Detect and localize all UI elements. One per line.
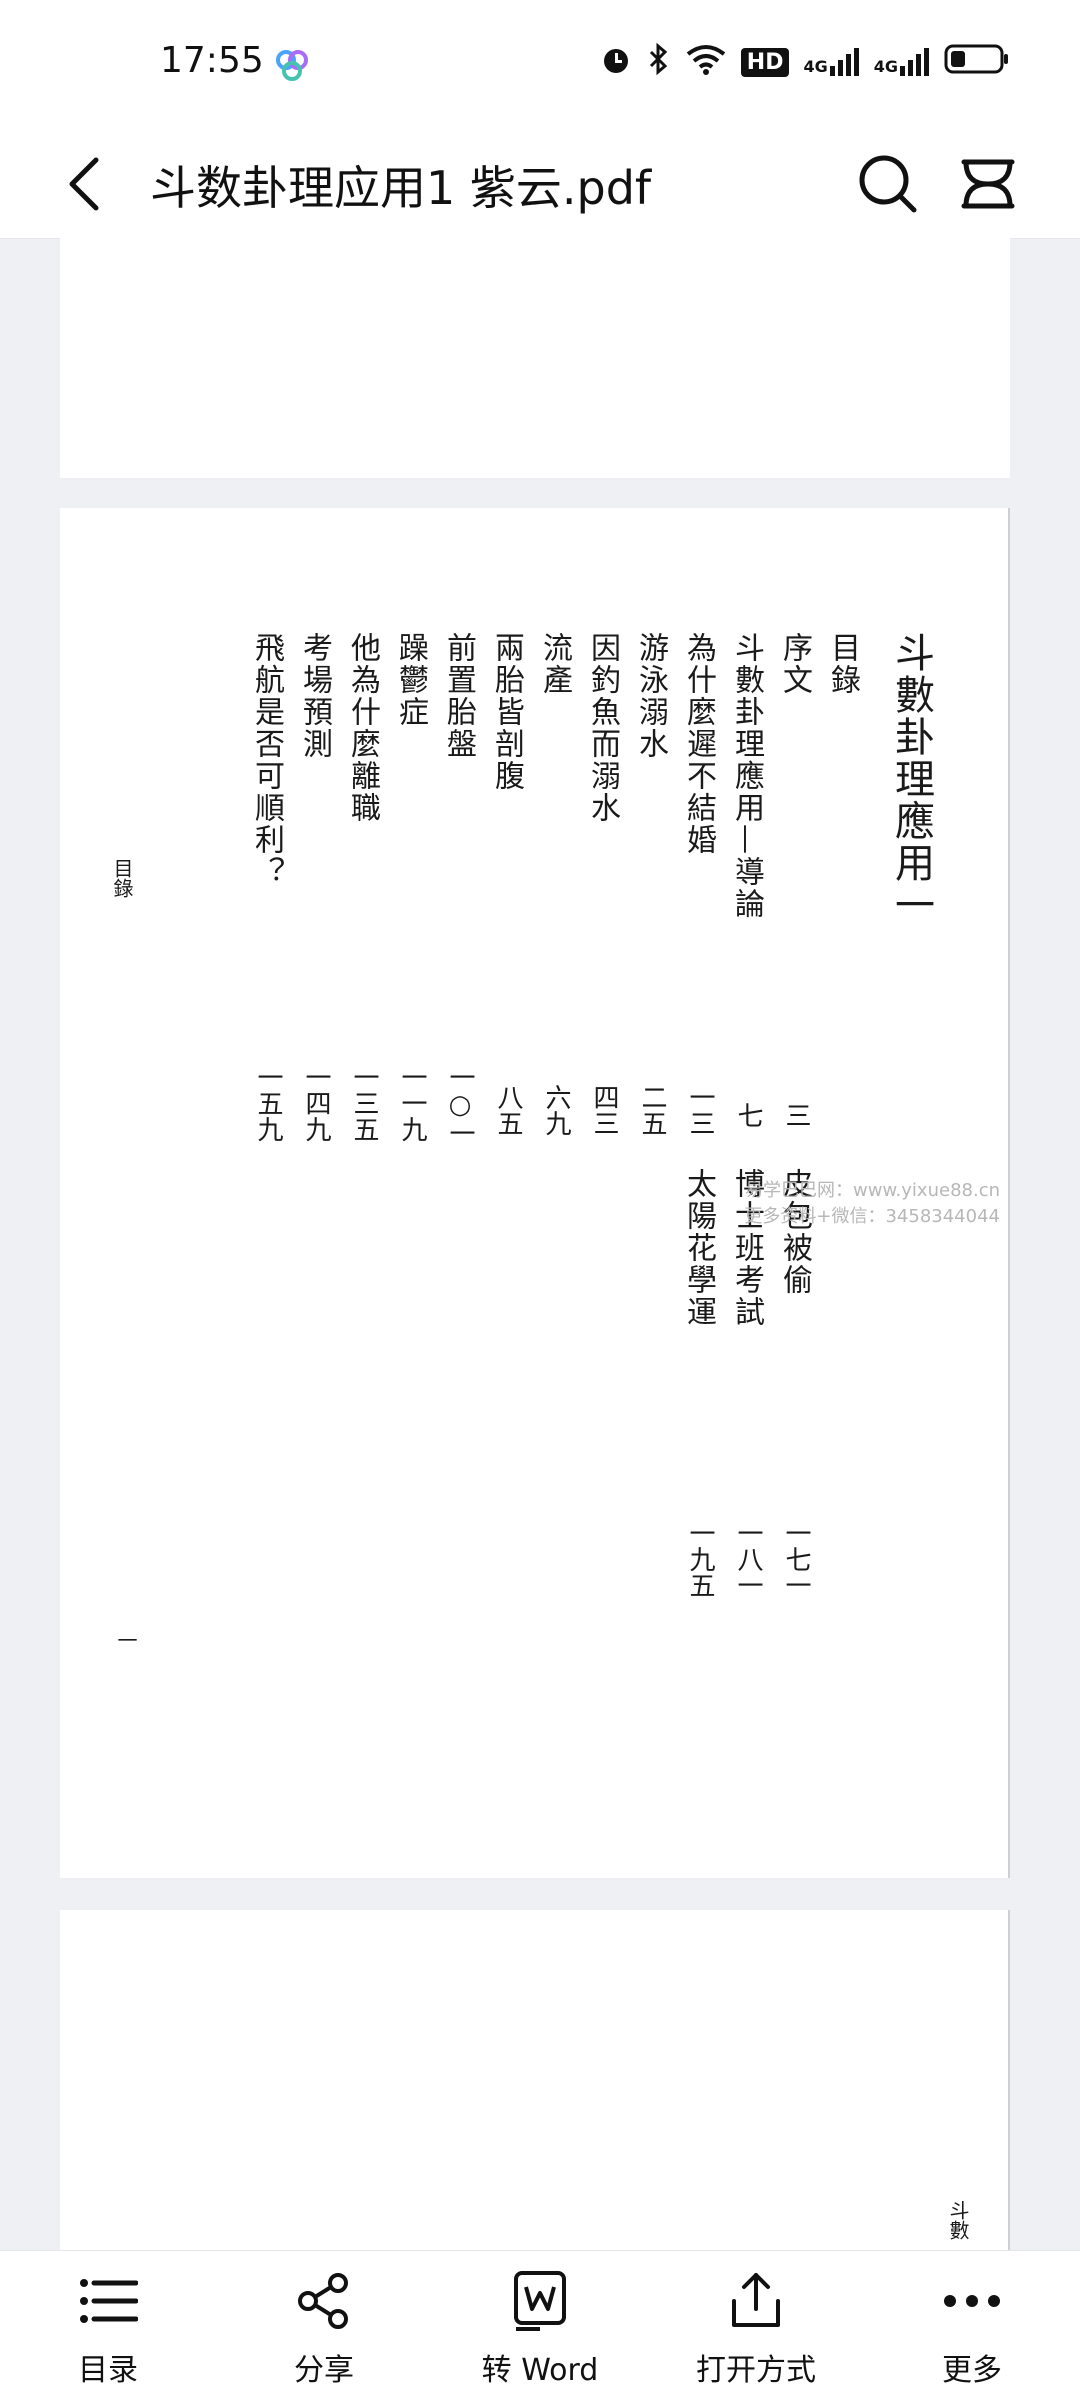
toc-entry-title: 為什麼遲不結婚 bbox=[681, 632, 716, 856]
word-icon bbox=[508, 2269, 572, 2333]
toc-entry-title: 躁鬱症 bbox=[393, 632, 428, 728]
status-icons: HD 4G 4G bbox=[599, 42, 1010, 82]
book-title: 斗數卦理應用一 bbox=[888, 632, 934, 926]
chevron-left-icon bbox=[69, 157, 99, 211]
list-icon bbox=[76, 2269, 140, 2333]
menu-button[interactable] bbox=[952, 148, 1024, 220]
toc-entry-title: 流產 bbox=[537, 632, 572, 696]
bluetooth-icon bbox=[647, 42, 671, 82]
toc-entry-title: 因釣魚而溺水 bbox=[585, 632, 620, 824]
search-button[interactable] bbox=[852, 148, 924, 220]
toc-entry-page: 一三五 bbox=[349, 1064, 379, 1142]
bottom-toolbar: 目录 分享 转 Word 打开方式 更多 bbox=[0, 2250, 1080, 2401]
toc-entry-page: 一八一 bbox=[733, 1520, 763, 1598]
toc-entry-page: 三 bbox=[781, 1102, 811, 1128]
pdf-page-3[interactable]: 斗數 bbox=[60, 1910, 1010, 2250]
toc-entry-page: 一七一 bbox=[781, 1520, 811, 1598]
document-title: 斗数卦理应用1 紫云.pdf bbox=[150, 161, 652, 215]
toc-entry-title: 兩胎皆剖腹 bbox=[489, 632, 524, 792]
signal-icon-1: 4G bbox=[803, 48, 859, 76]
expand-menu-icon bbox=[961, 159, 1015, 209]
page-number-mark: 一 bbox=[114, 1630, 138, 1650]
toc-entry-title: 游泳溺水 bbox=[633, 632, 668, 760]
battery-icon bbox=[944, 44, 1010, 80]
pdf-page-1[interactable] bbox=[60, 238, 1010, 478]
page-edge-line bbox=[1008, 508, 1010, 1878]
toc-entry-page: 八五 bbox=[493, 1084, 523, 1136]
signal-icon-2: 4G bbox=[874, 48, 930, 76]
toc-entry-title: 斗數卦理應用—導論 bbox=[729, 632, 764, 920]
toc-entry-page: 六九 bbox=[541, 1084, 571, 1136]
more-label: 更多 bbox=[942, 2353, 1002, 2388]
watermark-line-1: 易学巴巴网：www.yixue88.cn bbox=[745, 1180, 1000, 1201]
pdf-page-2[interactable]: 斗數卦理應用一 目錄 序文 斗數卦理應用—導論 為什麼遲不結婚 游泳溺水 因釣魚… bbox=[60, 508, 1010, 1878]
network-type-label: 4G bbox=[873, 57, 898, 76]
network-type-label: 4G bbox=[803, 57, 828, 76]
wifi-icon bbox=[685, 42, 727, 82]
page-side-label: 目錄 bbox=[110, 858, 134, 898]
page-corner-text: 斗數 bbox=[946, 2200, 970, 2240]
status-bar: 17:55 HD 4G 4G bbox=[0, 0, 1080, 130]
open-with-button[interactable]: 打开方式 bbox=[676, 2269, 836, 2389]
toc-entry-page: 一一九 bbox=[397, 1064, 427, 1142]
toc-entry-title: 他為什麼離職 bbox=[345, 632, 380, 824]
toc-entry-page: 一九五 bbox=[685, 1520, 715, 1598]
toc-entry-page: 一三 bbox=[685, 1084, 715, 1136]
toc-button[interactable]: 目录 bbox=[28, 2269, 188, 2389]
status-time: 17:55 bbox=[160, 40, 264, 81]
toc-entry-page: 四三 bbox=[589, 1084, 619, 1136]
toc-entry-page: 一五九 bbox=[253, 1064, 283, 1142]
toc-entry-title: 前置胎盤 bbox=[441, 632, 476, 760]
top-app-bar: 斗数卦理应用1 紫云.pdf bbox=[0, 130, 1080, 239]
toc-entry-page: 二五 bbox=[637, 1084, 667, 1136]
toc-entry-title: 太陽花學運 bbox=[681, 1168, 716, 1328]
toc-entry-title: 目錄 bbox=[825, 632, 860, 696]
toc-label: 目录 bbox=[78, 2353, 138, 2388]
share-icon bbox=[292, 2269, 356, 2333]
more-button[interactable]: 更多 bbox=[892, 2269, 1052, 2389]
convert-word-label: 转 Word bbox=[481, 2353, 599, 2388]
toc-entry-page: 七 bbox=[733, 1102, 763, 1128]
back-button[interactable] bbox=[56, 146, 112, 222]
convert-word-button[interactable]: 转 Word bbox=[460, 2269, 620, 2389]
hd-icon: HD bbox=[740, 47, 790, 77]
share-button[interactable]: 分享 bbox=[244, 2269, 404, 2389]
share-label: 分享 bbox=[294, 2353, 354, 2388]
alarm-icon bbox=[599, 42, 633, 82]
open-with-label: 打开方式 bbox=[696, 2353, 816, 2388]
app-notification-icon bbox=[272, 48, 312, 88]
toc-entry-page: 一四九 bbox=[301, 1064, 331, 1142]
toc-entry-title: 序文 bbox=[777, 632, 812, 696]
more-icon bbox=[940, 2269, 1004, 2333]
toc-entry-title: 考場預測 bbox=[297, 632, 332, 760]
page-edge-line bbox=[1008, 1910, 1010, 2250]
search-icon bbox=[859, 155, 917, 213]
watermark-line-2: 更多资料+微信：3458344044 bbox=[744, 1206, 1000, 1227]
toc-entry-title: 飛航是否可順利？ bbox=[249, 632, 284, 888]
toc-entry-page: 一○一 bbox=[445, 1064, 475, 1146]
open-with-icon bbox=[724, 2269, 788, 2333]
